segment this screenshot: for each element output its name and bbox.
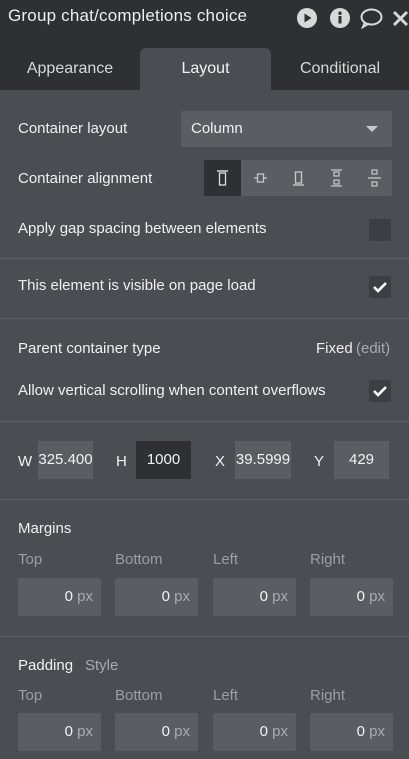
width-label: W: [18, 453, 33, 470]
info-icon[interactable]: [329, 7, 351, 29]
gap-spacing-label: Apply gap spacing between elements: [18, 220, 267, 237]
margin-right-value: 0: [356, 588, 365, 605]
divider: [0, 499, 409, 500]
margin-left-label: Left: [213, 551, 239, 568]
margin-top-value: 0: [64, 588, 73, 605]
margin-top-input[interactable]: 0 px: [18, 578, 101, 616]
x-label: X: [215, 453, 226, 470]
divider: [0, 318, 409, 319]
y-label: Y: [314, 453, 325, 470]
chevron-down-icon: [366, 126, 378, 132]
divider: [0, 636, 409, 637]
alignment-button-group: [204, 160, 392, 196]
px-unit: px: [77, 588, 93, 605]
padding-bottom-input[interactable]: 0 px: [115, 713, 198, 751]
x-input[interactable]: 39.5999: [235, 441, 291, 479]
padding-bottom-value: 0: [161, 723, 170, 740]
container-layout-label: Container layout: [18, 120, 128, 137]
panel-title: Group chat/completions choice: [8, 6, 248, 25]
padding-left-label: Left: [213, 687, 239, 704]
align-space-between-icon[interactable]: [318, 160, 355, 196]
parent-container-type-label: Parent container type: [18, 340, 161, 357]
margin-right-label: Right: [310, 551, 346, 568]
padding-top-label: Top: [18, 687, 43, 704]
margin-left-input[interactable]: 0 px: [213, 578, 296, 616]
close-icon[interactable]: [392, 7, 409, 29]
parent-container-edit-link[interactable]: (edit): [356, 340, 390, 357]
px-unit: px: [369, 588, 385, 605]
px-unit: px: [77, 723, 93, 740]
comment-icon[interactable]: [359, 7, 384, 30]
visible-on-load-checkbox[interactable]: [369, 276, 391, 298]
padding-left-input[interactable]: 0 px: [213, 713, 296, 751]
padding-bottom-label: Bottom: [115, 687, 163, 704]
px-unit: px: [174, 588, 190, 605]
margin-bottom-label: Bottom: [115, 551, 163, 568]
padding-right-value: 0: [356, 723, 365, 740]
px-unit: px: [174, 723, 190, 740]
parent-container-type-value: Fixed: [316, 340, 353, 357]
padding-title: Padding: [18, 657, 74, 674]
vertical-scrolling-checkbox[interactable]: [369, 380, 391, 402]
visible-on-load-label: This element is visible on page load: [18, 277, 256, 294]
checkmark-icon: [373, 386, 387, 397]
gap-spacing-checkbox[interactable]: [369, 219, 391, 241]
padding-top-input[interactable]: 0 px: [18, 713, 101, 751]
px-unit: px: [272, 588, 288, 605]
margins-title: Margins: [18, 520, 72, 537]
container-layout-value: Column: [191, 120, 243, 137]
play-icon[interactable]: [296, 7, 318, 29]
padding-style-link[interactable]: Style: [85, 657, 118, 674]
width-input[interactable]: 325.400: [38, 441, 93, 479]
px-unit: px: [272, 723, 288, 740]
margin-bottom-input[interactable]: 0 px: [115, 578, 198, 616]
margin-top-label: Top: [18, 551, 43, 568]
padding-right-input[interactable]: 0 px: [310, 713, 393, 751]
tab-bar: Appearance Layout Conditional: [0, 38, 409, 90]
px-unit: px: [369, 723, 385, 740]
divider: [0, 421, 409, 422]
tab-layout[interactable]: Layout: [140, 48, 271, 90]
padding-right-label: Right: [310, 687, 346, 704]
checkmark-icon: [373, 282, 387, 293]
y-input[interactable]: 429: [334, 441, 389, 479]
tab-conditional[interactable]: Conditional: [271, 48, 409, 90]
title-bar: Group chat/completions choice: [0, 0, 409, 38]
padding-top-value: 0: [64, 723, 73, 740]
vertical-scrolling-label: Allow vertical scrolling when content ov…: [18, 382, 326, 399]
tab-appearance[interactable]: Appearance: [0, 48, 140, 90]
container-layout-dropdown[interactable]: Column: [181, 111, 392, 147]
align-center-icon[interactable]: [242, 160, 279, 196]
margin-left-value: 0: [259, 588, 268, 605]
padding-left-value: 0: [259, 723, 268, 740]
height-label: H: [116, 453, 127, 470]
margin-bottom-value: 0: [161, 588, 170, 605]
margin-right-input[interactable]: 0 px: [310, 578, 393, 616]
container-alignment-label: Container alignment: [18, 170, 153, 187]
align-bottom-icon[interactable]: [280, 160, 317, 196]
align-space-around-icon[interactable]: [356, 160, 393, 196]
align-top-icon[interactable]: [204, 160, 241, 196]
height-input[interactable]: 1000: [136, 441, 191, 479]
divider: [0, 258, 409, 259]
